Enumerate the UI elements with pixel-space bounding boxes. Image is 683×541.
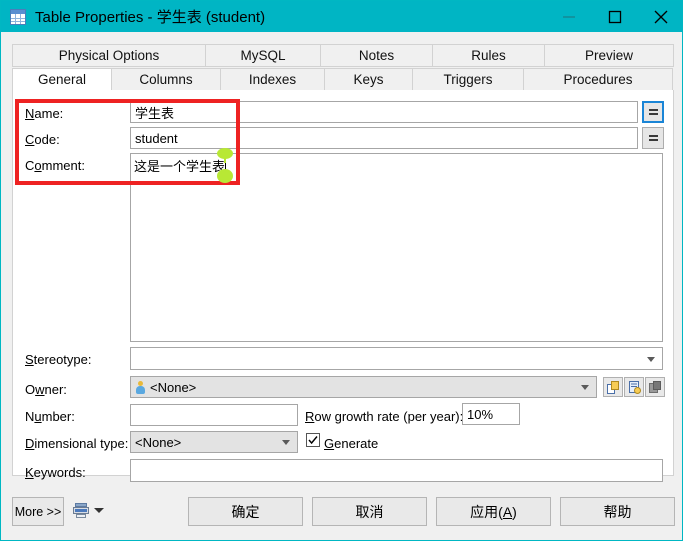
keywords-input[interactable]	[130, 459, 663, 482]
delete-object-icon[interactable]	[645, 377, 665, 397]
cancel-button[interactable]: 取消	[312, 497, 427, 526]
apply-label-post: )	[512, 503, 517, 520]
dialog-button-bar: More >> 确定 取消 应用(A) 帮助	[1, 481, 682, 540]
selection-handle-top[interactable]	[217, 148, 233, 163]
apply-label-pre: 应用(	[470, 503, 503, 520]
chevron-down-icon	[581, 385, 589, 390]
dimensional-type-value: <None>	[135, 434, 182, 450]
tab-label: Indexes	[248, 72, 297, 87]
table-icon	[10, 8, 26, 25]
tab-columns[interactable]: Columns	[111, 68, 221, 91]
generate-label: Generate	[324, 436, 379, 451]
tab-rules[interactable]: Rules	[432, 44, 545, 67]
tab-label: General	[37, 72, 87, 87]
apply-label-key: A	[502, 503, 513, 520]
name-input[interactable]: 学生表	[130, 101, 638, 123]
tab-label: MySQL	[240, 48, 286, 63]
code-equals-button[interactable]	[642, 127, 664, 149]
tab-triggers[interactable]: Triggers	[412, 68, 524, 91]
chevron-down-icon	[282, 440, 290, 445]
tab-label: Keys	[353, 72, 384, 87]
code-label: Code:	[25, 132, 60, 147]
stereotype-label: Stereotype:	[25, 352, 92, 367]
tab-notes[interactable]: Notes	[320, 44, 433, 67]
more-button[interactable]: More >>	[12, 497, 64, 526]
number-input[interactable]	[130, 404, 298, 426]
row-growth-label: Row growth rate (per year):	[305, 409, 464, 424]
table-properties-dialog: Table Properties - 学生表 (student) Physica…	[0, 0, 683, 541]
tab-general[interactable]: General	[12, 68, 112, 91]
stereotype-combo[interactable]	[130, 347, 663, 370]
object-properties-icon[interactable]	[624, 377, 644, 397]
equals-icon	[648, 134, 658, 142]
comment-textarea[interactable]: 这是一个学生表	[130, 153, 663, 342]
tab-keys[interactable]: Keys	[324, 68, 413, 91]
help-button[interactable]: 帮助	[560, 497, 675, 526]
minimize-icon[interactable]	[546, 1, 592, 32]
owner-label: Owner:	[25, 382, 67, 397]
tab-label: Triggers	[443, 72, 493, 87]
tab-label: Preview	[584, 48, 633, 63]
tab-physical-options[interactable]: Physical Options	[12, 44, 206, 67]
general-tab-panel: Name: 学生表 Code: student Comment: 这是一个学生表…	[12, 90, 674, 482]
keywords-label: Keywords:	[25, 465, 86, 480]
window-controls	[546, 1, 682, 32]
new-object-icon[interactable]	[603, 377, 623, 397]
print-dropdown-caret-icon[interactable]	[94, 508, 104, 513]
dimensional-type-label: Dimensional type:	[25, 436, 129, 451]
tab-procedures[interactable]: Procedures	[523, 68, 673, 91]
tab-row-lower: General Columns Indexes Keys Triggers Pr…	[12, 68, 674, 91]
number-label: Number:	[25, 409, 75, 424]
owner-combo[interactable]: <None>	[130, 376, 597, 398]
name-equals-button[interactable]	[642, 101, 664, 123]
owner-value: <None>	[150, 379, 197, 395]
equals-icon	[648, 108, 658, 116]
dimensional-type-combo[interactable]: <None>	[130, 431, 298, 453]
row-growth-input[interactable]: 10%	[462, 403, 520, 425]
tab-label: Columns	[139, 72, 193, 87]
tab-indexes[interactable]: Indexes	[220, 68, 325, 91]
chevron-down-icon	[647, 356, 655, 362]
tab-row-upper: Physical Options MySQL Notes Rules Previ…	[12, 44, 674, 67]
selection-handle-bottom[interactable]	[217, 169, 233, 183]
ok-button[interactable]: 确定	[188, 497, 303, 526]
close-icon[interactable]	[638, 1, 682, 32]
maximize-icon[interactable]	[592, 1, 638, 32]
user-icon	[135, 380, 146, 394]
code-input[interactable]: student	[130, 127, 638, 149]
tab-label: Procedures	[563, 72, 633, 87]
tab-label: Physical Options	[58, 48, 160, 63]
tab-preview[interactable]: Preview	[544, 44, 674, 67]
comment-text: 这是一个学生表	[134, 159, 226, 174]
window-title: Table Properties - 学生表 (student)	[35, 9, 266, 26]
apply-button[interactable]: 应用(A)	[436, 497, 551, 526]
tab-label: Notes	[358, 48, 395, 63]
generate-checkbox[interactable]	[306, 433, 320, 447]
comment-label: Comment:	[25, 158, 85, 173]
tab-mysql[interactable]: MySQL	[205, 44, 321, 67]
name-label: Name:	[25, 106, 64, 121]
title-bar: Table Properties - 学生表 (student)	[1, 1, 682, 32]
tab-label: Rules	[471, 48, 506, 63]
tab-strip: Physical Options MySQL Notes Rules Previ…	[12, 44, 674, 91]
